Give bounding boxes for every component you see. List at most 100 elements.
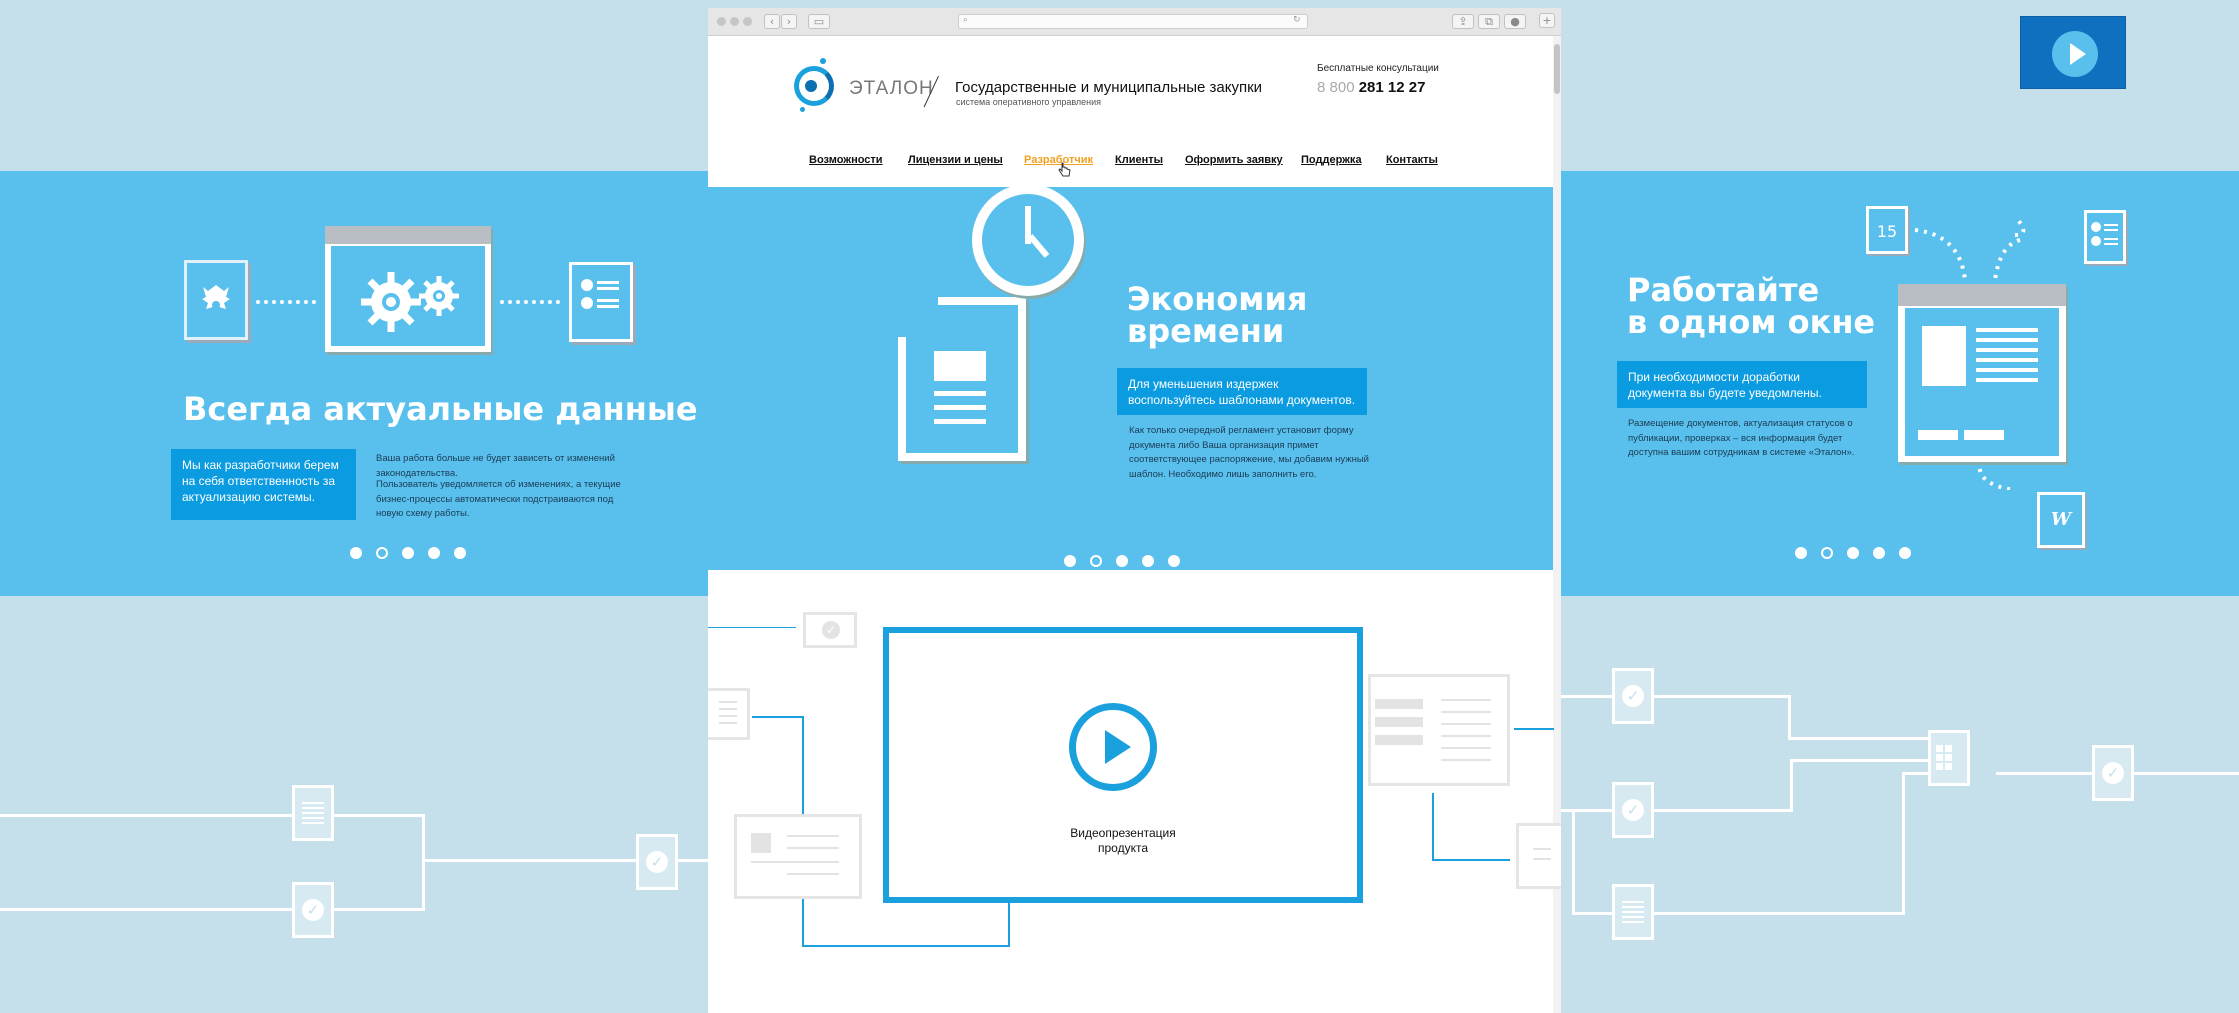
browser-window: ‹ › ▭ ⌕ ↻ ⇪ ⧉ ● + ЭТАЛОН Государственные…	[708, 8, 1561, 1013]
pagination-dot[interactable]	[1142, 555, 1154, 567]
document-node	[292, 785, 334, 841]
card-line	[1441, 699, 1491, 701]
hero-box: Для уменьшения издержек воспользуйтесь ш…	[1117, 368, 1367, 415]
document-lines-icon	[302, 802, 324, 824]
diagram-line	[1432, 793, 1434, 861]
calendar-day: 15	[1876, 222, 1898, 241]
nav-item-licenses[interactable]: Лицензии и цены	[908, 154, 1003, 166]
pagination-dot[interactable]	[1821, 547, 1833, 559]
right-slide-pagination	[1795, 547, 1911, 559]
circuit-line	[1902, 772, 1905, 915]
left-slide-title: Всегда актуальные данные	[183, 390, 698, 428]
pagination-dot[interactable]	[454, 547, 466, 559]
video-caption: Видеопрезентация продукта	[989, 826, 1257, 856]
video-caption-line2: продукта	[1097, 841, 1148, 855]
pagination-dot[interactable]	[1873, 547, 1885, 559]
card-line	[1533, 848, 1551, 850]
document-card	[1368, 674, 1510, 786]
check-node: ✓	[1612, 668, 1654, 724]
nav-item-order[interactable]: Оформить заявку	[1185, 154, 1283, 166]
sidebar-icon[interactable]: ▭	[808, 14, 830, 29]
pagination-dot[interactable]	[1116, 555, 1128, 567]
check-node: ✓	[292, 882, 334, 938]
pagination-dot[interactable]	[1064, 555, 1076, 567]
pagination-dot[interactable]	[376, 547, 388, 559]
circuit-line	[0, 908, 425, 911]
check-icon: ✓	[1622, 799, 1644, 821]
share-icon[interactable]: ⇪	[1452, 14, 1474, 29]
back-icon[interactable]: ‹	[764, 14, 780, 29]
logo-dot	[820, 58, 826, 64]
nav-item-contacts[interactable]: Контакты	[1386, 154, 1438, 166]
document-node	[1612, 884, 1654, 940]
right-slide-description: Размещение документов, актуализация стат…	[1628, 418, 1855, 459]
hero-description: Как только очередной регламент установит…	[1129, 425, 1369, 481]
window-maximize-button[interactable]	[743, 17, 752, 26]
window-button	[1964, 430, 2004, 440]
pagination-dot[interactable]	[1090, 555, 1102, 567]
scrollbar-thumb[interactable]	[1554, 44, 1560, 94]
diagram-line	[802, 899, 804, 947]
diagram-line	[708, 627, 796, 628]
card-line	[1533, 858, 1551, 860]
circuit-line	[1572, 809, 1575, 915]
card-line	[1441, 747, 1491, 749]
circuit-line	[1790, 759, 1793, 812]
card-line	[787, 847, 839, 849]
search-icon: ⌕	[963, 15, 969, 25]
card-line	[751, 861, 839, 863]
card-image	[751, 833, 771, 853]
window-close-button[interactable]	[717, 17, 726, 26]
pagination-dot[interactable]	[1168, 555, 1180, 567]
card-bar	[1375, 735, 1423, 745]
phone-prefix: 8 800	[1317, 79, 1355, 96]
circuit-line	[1561, 809, 1793, 812]
video-player[interactable]: Видеопрезентация продукта	[883, 627, 1363, 903]
image-placeholder	[1922, 326, 1966, 386]
card-line	[787, 873, 839, 875]
logo-dot	[805, 80, 817, 92]
card-line	[719, 715, 737, 717]
grid-node	[1928, 730, 1970, 786]
play-button[interactable]	[2020, 16, 2126, 89]
check-icon: ✓	[1622, 685, 1644, 707]
window-button	[1918, 430, 1958, 440]
document-image	[934, 351, 986, 381]
nav-item-clients[interactable]: Клиенты	[1115, 154, 1163, 166]
tabs-icon[interactable]: ⧉	[1478, 14, 1500, 29]
phone-number[interactable]: 8 800 281 12 27	[1317, 79, 1425, 96]
check-icon: ✓	[822, 621, 840, 639]
card-line	[1441, 759, 1491, 761]
window-minimize-button[interactable]	[730, 17, 739, 26]
hero-slider: Экономия времени Для уменьшения издержек…	[708, 184, 1553, 570]
circuit-line	[1561, 695, 1791, 698]
nav-item-features[interactable]: Возможности	[809, 154, 883, 166]
circuit-line	[422, 814, 425, 911]
text-lines	[1976, 328, 2038, 382]
pagination-dot[interactable]	[1795, 547, 1807, 559]
right-slide-title-line2: в одном окне	[1627, 303, 1876, 341]
circuit-line	[0, 814, 425, 817]
diagram-line	[802, 716, 804, 816]
pagination-dot[interactable]	[350, 547, 362, 559]
brand-name: ЭТАЛОН	[849, 78, 934, 99]
pagination-dot[interactable]	[1847, 547, 1859, 559]
window-titlebar	[325, 226, 491, 244]
word-letter: W	[2050, 509, 2072, 530]
forward-icon[interactable]: ›	[781, 14, 797, 29]
diagram-line	[1008, 903, 1010, 947]
play-icon[interactable]	[1069, 703, 1157, 791]
grid-icon	[1936, 745, 1952, 770]
circuit-line	[1788, 695, 1791, 740]
pagination-dot[interactable]	[402, 547, 414, 559]
address-bar[interactable]: ⌕ ↻	[958, 14, 1308, 29]
nav-item-support[interactable]: Поддержка	[1301, 154, 1362, 166]
document-line	[934, 405, 986, 410]
check-icon: ✓	[2102, 762, 2124, 784]
pagination-dot[interactable]	[428, 547, 440, 559]
download-icon[interactable]: ●	[1504, 14, 1526, 29]
dotted-connector	[256, 300, 316, 304]
reload-icon[interactable]: ↻	[1293, 15, 1301, 25]
new-tab-icon[interactable]: +	[1539, 13, 1555, 28]
pagination-dot[interactable]	[1899, 547, 1911, 559]
